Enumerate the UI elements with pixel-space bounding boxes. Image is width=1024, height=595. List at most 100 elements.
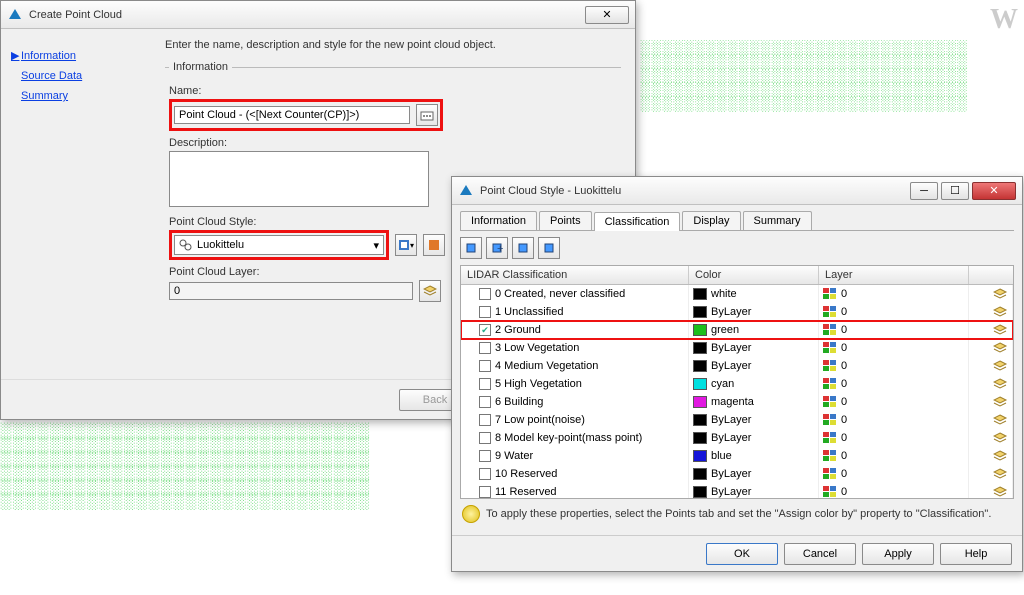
minimize-button[interactable]: ─ [910, 182, 938, 200]
help-button[interactable]: Help [940, 543, 1012, 565]
tab-display[interactable]: Display [682, 211, 740, 230]
name-expression-button[interactable] [416, 104, 438, 126]
row-checkbox[interactable] [479, 468, 491, 480]
color-swatch[interactable] [693, 288, 707, 300]
color-swatch[interactable] [693, 378, 707, 390]
toolbar-btn-2[interactable]: + [486, 237, 508, 259]
watermark-w: W [990, 4, 1018, 36]
color-swatch[interactable] [693, 450, 707, 462]
layer-stack-icon[interactable] [993, 467, 1008, 481]
layer-swatch-icon[interactable] [823, 342, 837, 354]
col-color[interactable]: Color [689, 266, 819, 284]
toolbar-btn-4[interactable] [538, 237, 560, 259]
color-swatch[interactable] [693, 468, 707, 480]
table-row[interactable]: 10 ReservedByLayer0 [461, 465, 1013, 483]
row-checkbox[interactable] [479, 450, 491, 462]
row-checkbox[interactable] [479, 414, 491, 426]
layer-stack-icon[interactable] [993, 377, 1008, 391]
layer-value: 0 [841, 306, 847, 318]
color-swatch[interactable] [693, 306, 707, 318]
color-swatch[interactable] [693, 360, 707, 372]
table-row[interactable]: 1 UnclassifiedByLayer0 [461, 303, 1013, 321]
layer-swatch-icon[interactable] [823, 378, 837, 390]
layer-swatch-icon[interactable] [823, 414, 837, 426]
tab-information[interactable]: Information [460, 211, 537, 230]
tab-summary[interactable]: Summary [743, 211, 812, 230]
close-button[interactable]: ✕ [585, 6, 629, 24]
layer-stack-icon[interactable] [993, 341, 1008, 355]
layer-swatch-icon[interactable] [823, 432, 837, 444]
color-swatch[interactable] [693, 396, 707, 408]
col-layer[interactable]: Layer [819, 266, 969, 284]
layer-stack-icon[interactable] [993, 305, 1008, 319]
row-checkbox[interactable] [479, 306, 491, 318]
apply-button[interactable]: Apply [862, 543, 934, 565]
layer-stack-icon[interactable] [993, 395, 1008, 409]
cancel-button[interactable]: Cancel [784, 543, 856, 565]
layer-stack-icon[interactable] [993, 449, 1008, 463]
name-input[interactable] [174, 106, 410, 124]
table-row[interactable]: 8 Model key-point(mass point)ByLayer0 [461, 429, 1013, 447]
layer-swatch-icon[interactable] [823, 396, 837, 408]
row-checkbox[interactable] [479, 486, 491, 498]
color-name: ByLayer [711, 342, 751, 354]
style-select[interactable]: Luokittelu ▾ [174, 235, 384, 255]
toolbar-btn-1[interactable] [460, 237, 482, 259]
style-edit-button[interactable]: ▾ [395, 234, 417, 256]
row-checkbox[interactable] [479, 360, 491, 372]
layer-swatch-icon[interactable] [823, 306, 837, 318]
table-row[interactable]: 9 Waterblue0 [461, 447, 1013, 465]
layer-stack-icon[interactable] [993, 323, 1008, 337]
table-row[interactable]: 5 High Vegetationcyan0 [461, 375, 1013, 393]
layer-swatch-icon[interactable] [823, 360, 837, 372]
layer-swatch-icon[interactable] [823, 324, 837, 336]
nav-source-data[interactable]: Source Data [11, 70, 141, 82]
row-checkbox[interactable] [479, 396, 491, 408]
layer-swatch-icon[interactable] [823, 468, 837, 480]
layer-swatch-icon[interactable] [823, 486, 837, 498]
layer-stack-icon[interactable] [993, 287, 1008, 301]
row-checkbox[interactable] [479, 342, 491, 354]
row-checkbox[interactable] [479, 288, 491, 300]
layer-stack-icon[interactable] [993, 413, 1008, 427]
layer-stack-icon[interactable] [993, 359, 1008, 373]
nav-information[interactable]: ▶Information [11, 49, 141, 62]
layer-stack-icon[interactable] [993, 485, 1008, 499]
toolbar-btn-3[interactable] [512, 237, 534, 259]
table-row[interactable]: 0 Created, never classifiedwhite0 [461, 285, 1013, 303]
nav-summary[interactable]: Summary [11, 90, 141, 102]
color-swatch[interactable] [693, 486, 707, 498]
style-preview-button[interactable] [423, 234, 445, 256]
row-name: 1 Unclassified [495, 306, 563, 318]
table-row[interactable]: ✔2 Groundgreen0 [461, 321, 1013, 339]
titlebar[interactable]: Create Point Cloud ✕ [1, 1, 635, 29]
color-swatch[interactable] [693, 414, 707, 426]
color-swatch[interactable] [693, 324, 707, 336]
layer-input [169, 282, 413, 300]
description-input[interactable] [169, 151, 429, 207]
tab-classification[interactable]: Classification [594, 212, 681, 231]
classification-grid[interactable]: LIDAR Classification Color Layer 0 Creat… [460, 265, 1014, 499]
maximize-button[interactable]: ☐ [941, 182, 969, 200]
layer-picker-button[interactable] [419, 280, 441, 302]
layer-swatch-icon[interactable] [823, 288, 837, 300]
layer-stack-icon[interactable] [993, 431, 1008, 445]
row-checkbox[interactable]: ✔ [479, 324, 491, 336]
svg-text:+: + [497, 243, 503, 254]
layer-swatch-icon[interactable] [823, 450, 837, 462]
color-swatch[interactable] [693, 432, 707, 444]
ok-button[interactable]: OK [706, 543, 778, 565]
table-row[interactable]: 3 Low VegetationByLayer0 [461, 339, 1013, 357]
col-classification[interactable]: LIDAR Classification [461, 266, 689, 284]
color-swatch[interactable] [693, 342, 707, 354]
row-name: 6 Building [495, 396, 543, 408]
table-row[interactable]: 11 ReservedByLayer0 [461, 483, 1013, 499]
table-row[interactable]: 4 Medium VegetationByLayer0 [461, 357, 1013, 375]
table-row[interactable]: 6 Buildingmagenta0 [461, 393, 1013, 411]
table-row[interactable]: 7 Low point(noise)ByLayer0 [461, 411, 1013, 429]
row-checkbox[interactable] [479, 432, 491, 444]
close-button[interactable]: ✕ [972, 182, 1016, 200]
row-checkbox[interactable] [479, 378, 491, 390]
tab-points[interactable]: Points [539, 211, 592, 230]
titlebar[interactable]: Point Cloud Style - Luokittelu ─ ☐ ✕ [452, 177, 1022, 205]
